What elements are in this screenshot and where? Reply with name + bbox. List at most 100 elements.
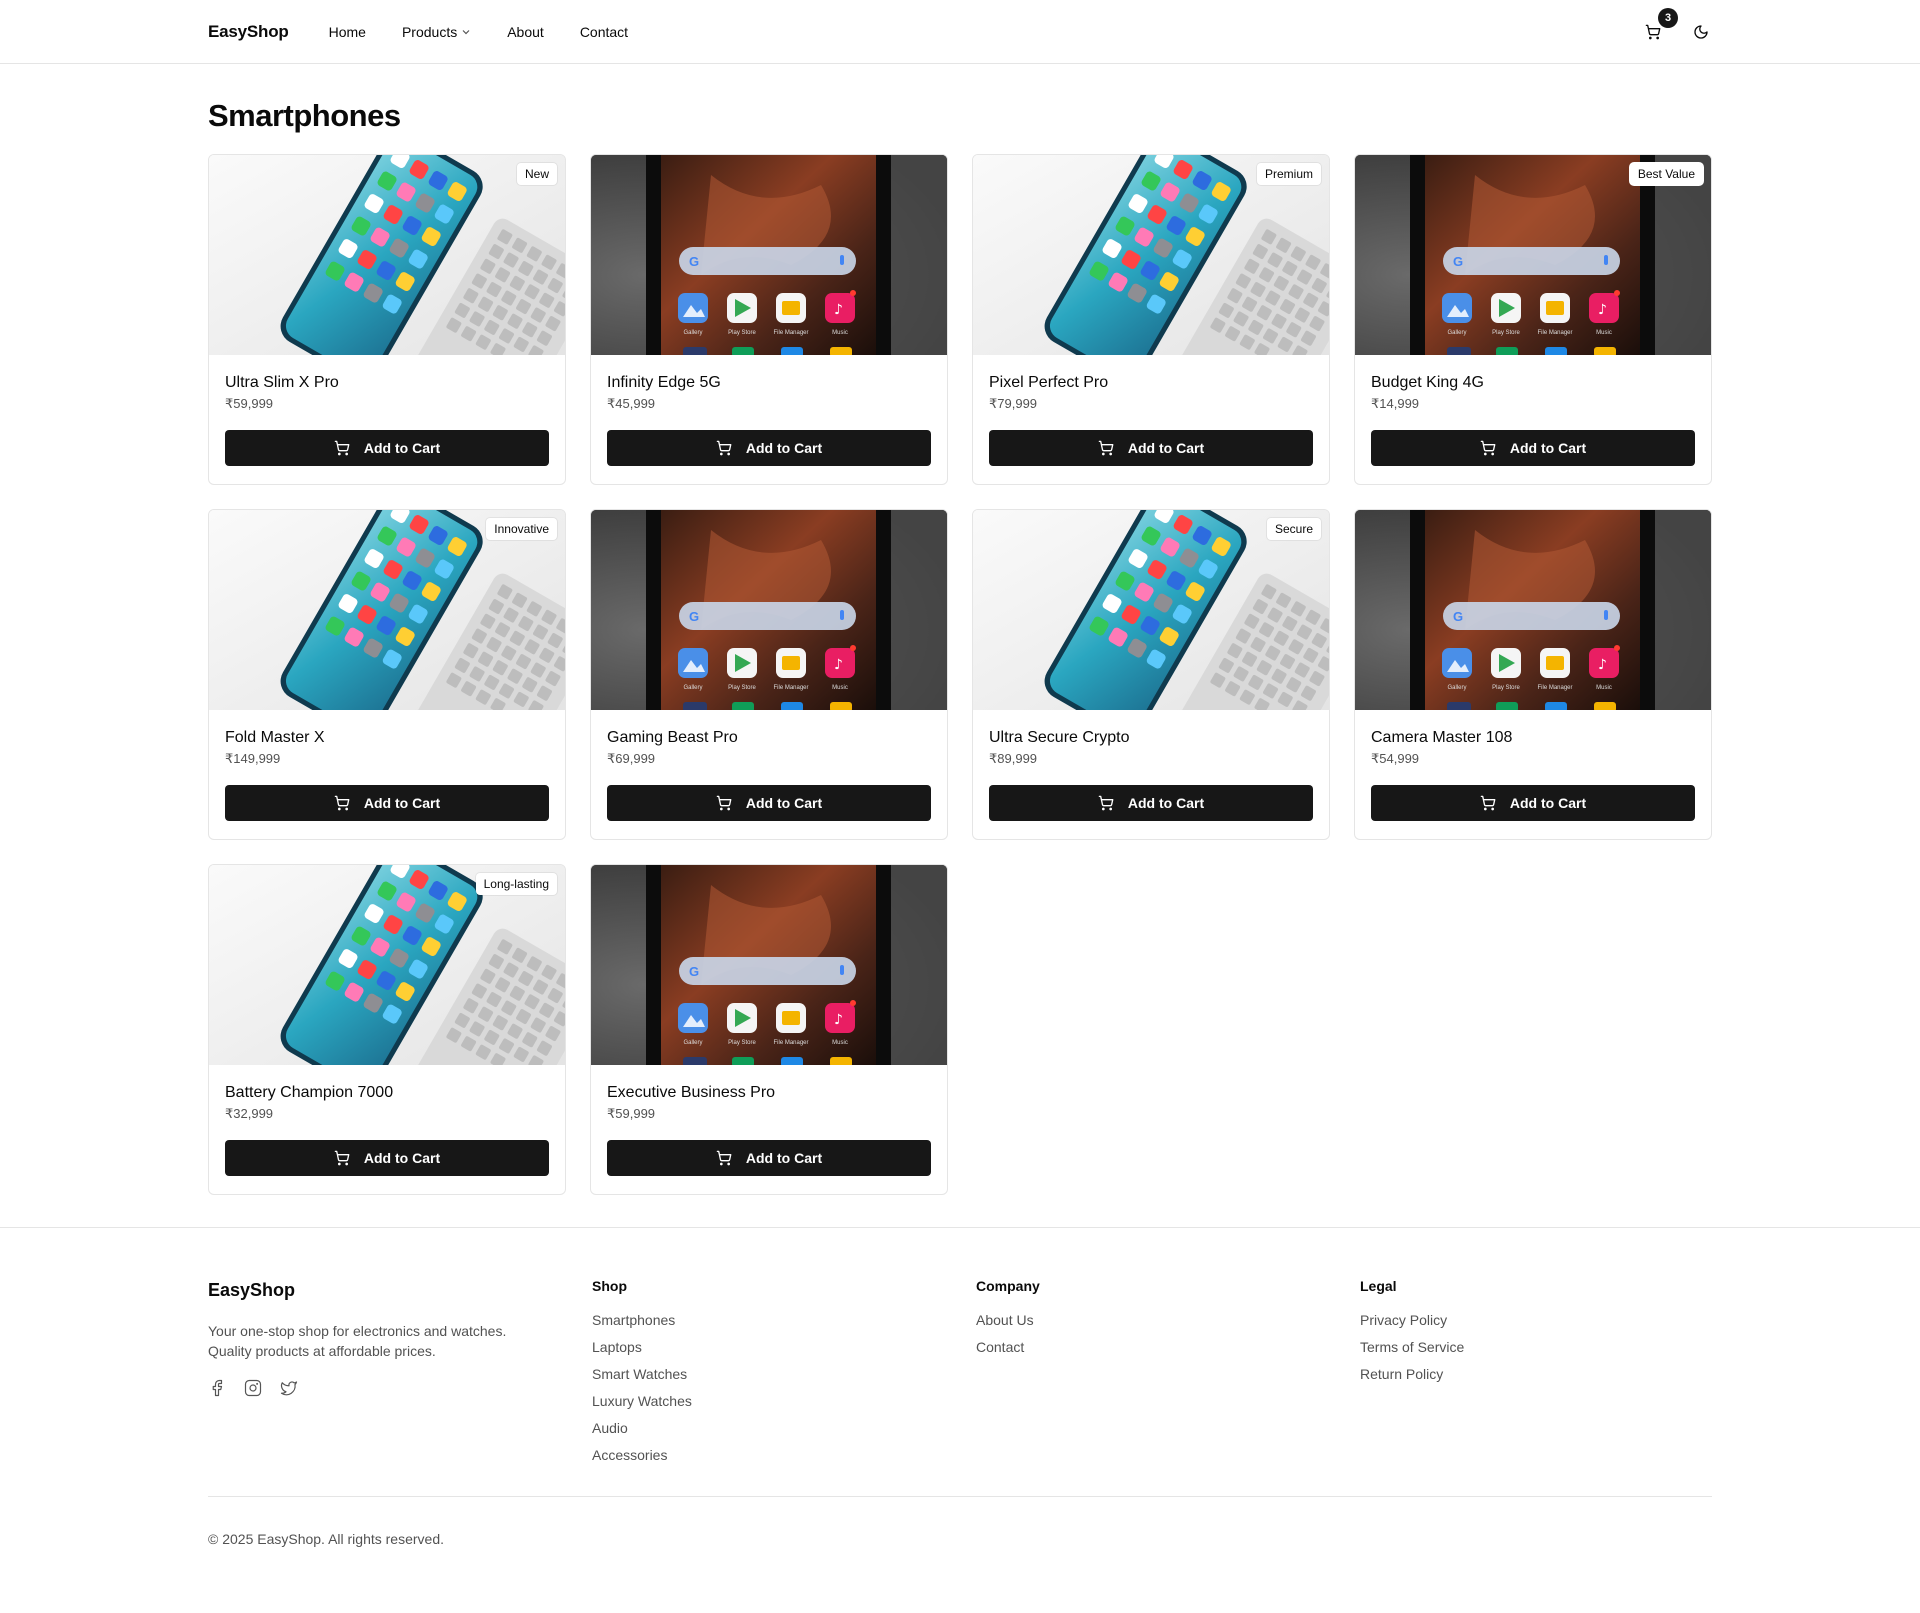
svg-text:Gallery: Gallery bbox=[1447, 330, 1466, 336]
add-to-cart-button[interactable]: Add to Cart bbox=[607, 1140, 931, 1176]
product-name[interactable]: Infinity Edge 5G bbox=[607, 373, 931, 393]
add-to-cart-button[interactable]: Add to Cart bbox=[989, 430, 1313, 466]
product-name[interactable]: Battery Champion 7000 bbox=[225, 1083, 549, 1103]
nav-about[interactable]: About bbox=[507, 24, 544, 40]
footer-link[interactable]: Smart Watches bbox=[592, 1366, 976, 1382]
main-nav: Home Products About Contact bbox=[329, 24, 664, 40]
product-image[interactable]: G ♪ Gallery Play Store File Manager Musi… bbox=[1355, 155, 1711, 355]
footer-link[interactable]: Accessories bbox=[592, 1447, 976, 1463]
product-image[interactable]: Premium bbox=[973, 155, 1329, 355]
footer-brand: EasyShop Your one-stop shop for electron… bbox=[208, 1278, 592, 1474]
product-name[interactable]: Budget King 4G bbox=[1371, 373, 1695, 393]
product-info: Ultra Secure Crypto ₹89,999 Add to Cart bbox=[973, 710, 1329, 821]
nav-products[interactable]: Products bbox=[402, 24, 471, 40]
cart-icon bbox=[334, 440, 350, 456]
cart-icon bbox=[334, 795, 350, 811]
facebook-icon[interactable] bbox=[208, 1379, 226, 1397]
product-image[interactable]: Secure bbox=[973, 510, 1329, 710]
nav-contact[interactable]: Contact bbox=[580, 24, 628, 40]
product-card[interactable]: G ♪ Gallery Play Store File Manager Musi… bbox=[590, 864, 948, 1195]
footer-link[interactable]: Privacy Policy bbox=[1360, 1312, 1712, 1328]
add-to-cart-button[interactable]: Add to Cart bbox=[1371, 430, 1695, 466]
smartphone-light-image bbox=[973, 155, 1329, 355]
product-card[interactable]: G ♪ Gallery Play Store File Manager Musi… bbox=[1354, 154, 1712, 485]
product-info: Battery Champion 7000 ₹32,999 Add to Car… bbox=[209, 1065, 565, 1176]
svg-text:Gallery: Gallery bbox=[683, 1040, 702, 1046]
product-image[interactable]: New bbox=[209, 155, 565, 355]
footer-link[interactable]: About Us bbox=[976, 1312, 1360, 1328]
product-image[interactable]: G ♪ Gallery Play Store File Manager Musi… bbox=[1355, 510, 1711, 710]
svg-text:Play Store: Play Store bbox=[1492, 330, 1520, 336]
theme-toggle-button[interactable] bbox=[1690, 21, 1712, 43]
product-info: Gaming Beast Pro ₹69,999 Add to Cart bbox=[591, 710, 947, 821]
smartphone-light-image bbox=[209, 155, 565, 355]
footer-link[interactable]: Laptops bbox=[592, 1339, 976, 1355]
product-card[interactable]: Long-lasting Battery Champion 7000 ₹32,9… bbox=[208, 864, 566, 1195]
product-name[interactable]: Pixel Perfect Pro bbox=[989, 373, 1313, 393]
product-name[interactable]: Ultra Slim X Pro bbox=[225, 373, 549, 393]
svg-text:G: G bbox=[689, 964, 699, 979]
nav-home[interactable]: Home bbox=[329, 24, 366, 40]
footer-link[interactable]: Smartphones bbox=[592, 1312, 976, 1328]
footer-column-legal: Legal Privacy Policy Terms of Service Retur… bbox=[1360, 1278, 1712, 1474]
add-to-cart-button[interactable]: Add to Cart bbox=[607, 430, 931, 466]
product-image[interactable]: G ♪ Gallery Play Store File Manager Musi… bbox=[591, 510, 947, 710]
twitter-icon[interactable] bbox=[280, 1379, 298, 1397]
product-card[interactable]: G ♪ Gallery Play Store File Manager Musi… bbox=[1354, 509, 1712, 840]
svg-text:Play Store: Play Store bbox=[728, 685, 756, 691]
svg-text:Gallery: Gallery bbox=[683, 330, 702, 336]
svg-text:♪: ♪ bbox=[834, 1012, 843, 1028]
product-name[interactable]: Camera Master 108 bbox=[1371, 728, 1695, 748]
page-title: Smartphones bbox=[208, 98, 401, 133]
product-info: Budget King 4G ₹14,999 Add to Cart bbox=[1355, 355, 1711, 466]
add-to-cart-button[interactable]: Add to Cart bbox=[1371, 785, 1695, 821]
product-name[interactable]: Gaming Beast Pro bbox=[607, 728, 931, 748]
product-image[interactable]: G ♪ Gallery Play Store File Manager Musi… bbox=[591, 155, 947, 355]
add-to-cart-button[interactable]: Add to Cart bbox=[989, 785, 1313, 821]
product-info: Pixel Perfect Pro ₹79,999 Add to Cart bbox=[973, 355, 1329, 466]
add-to-cart-button[interactable]: Add to Cart bbox=[607, 785, 931, 821]
product-name[interactable]: Ultra Secure Crypto bbox=[989, 728, 1313, 748]
product-price: ₹32,999 bbox=[225, 1106, 274, 1121]
cart-icon bbox=[716, 1150, 732, 1166]
footer-link[interactable]: Audio bbox=[592, 1420, 976, 1436]
svg-text:Play Store: Play Store bbox=[1492, 685, 1520, 691]
add-to-cart-label: Add to Cart bbox=[363, 795, 441, 811]
product-image[interactable]: Innovative bbox=[209, 510, 565, 710]
footer-link[interactable]: Luxury Watches bbox=[592, 1393, 976, 1409]
product-name[interactable]: Fold Master X bbox=[225, 728, 549, 748]
instagram-icon[interactable] bbox=[244, 1379, 262, 1397]
add-to-cart-button[interactable]: Add to Cart bbox=[225, 785, 549, 821]
footer-logo: EasyShop bbox=[208, 1280, 296, 1300]
product-card[interactable]: G ♪ Gallery Play Store File Manager Musi… bbox=[590, 509, 948, 840]
product-info: Camera Master 108 ₹54,999 Add to Cart bbox=[1355, 710, 1711, 821]
site-logo[interactable]: EasyShop bbox=[208, 22, 289, 42]
add-to-cart-button[interactable]: Add to Cart bbox=[225, 430, 549, 466]
svg-text:Music: Music bbox=[832, 1040, 848, 1046]
product-image[interactable]: G ♪ Gallery Play Store File Manager Musi… bbox=[591, 865, 947, 1065]
product-card[interactable]: Innovative Fold Master X ₹149,999 Add to… bbox=[208, 509, 566, 840]
product-card[interactable]: New Ultra Slim X Pro ₹59,999 Add to Cart bbox=[208, 154, 566, 485]
nav-products-label: Products bbox=[401, 23, 458, 40]
add-to-cart-button[interactable]: Add to Cart bbox=[225, 1140, 549, 1176]
smartphone-dark-image: G ♪ Gallery Play Store File Manager Musi… bbox=[591, 155, 947, 355]
product-image[interactable]: Long-lasting bbox=[209, 865, 565, 1065]
product-card[interactable]: Secure Ultra Secure Crypto ₹89,999 Add t… bbox=[972, 509, 1330, 840]
product-card[interactable]: Premium Pixel Perfect Pro ₹79,999 Add to… bbox=[972, 154, 1330, 485]
cart-count-badge: 3 bbox=[1658, 7, 1678, 28]
product-name[interactable]: Executive Business Pro bbox=[607, 1083, 931, 1103]
smartphone-dark-image: G ♪ Gallery Play Store File Manager Musi… bbox=[591, 510, 947, 710]
footer-link[interactable]: Contact bbox=[976, 1339, 1360, 1355]
footer-link[interactable]: Terms of Service bbox=[1360, 1339, 1712, 1355]
cart-button[interactable]: 3 bbox=[1642, 7, 1678, 43]
footer-column-shop: Shop Smartphones Laptops Smart Watches Luxur… bbox=[592, 1278, 976, 1474]
cart-icon bbox=[1098, 795, 1114, 811]
moon-icon bbox=[1694, 24, 1708, 39]
svg-text:G: G bbox=[689, 609, 699, 624]
svg-text:♪: ♪ bbox=[1598, 302, 1607, 318]
svg-text:File Manager: File Manager bbox=[1537, 685, 1572, 691]
product-card[interactable]: G ♪ Gallery Play Store File Manager Musi… bbox=[590, 154, 948, 485]
svg-text:Music: Music bbox=[832, 685, 848, 691]
svg-text:Music: Music bbox=[1596, 330, 1612, 336]
footer-link[interactable]: Return Policy bbox=[1360, 1366, 1712, 1382]
